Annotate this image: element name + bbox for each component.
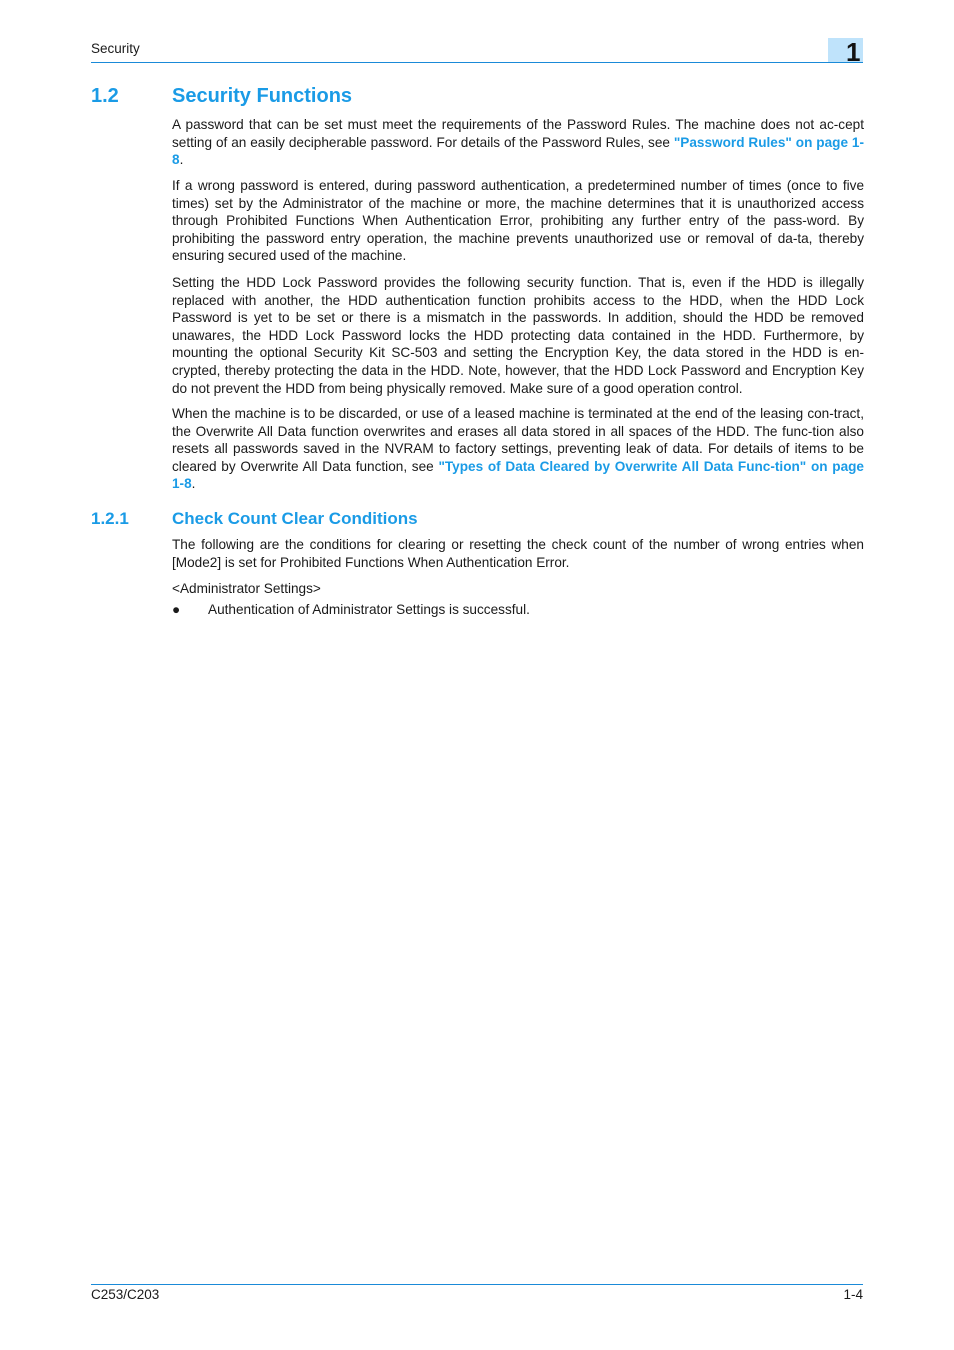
- group-label-text: <Administrator Settings>: [172, 581, 321, 596]
- footer-model: C253/C203: [91, 1287, 160, 1302]
- list-item-text: Authentication of Administrator Settings…: [208, 602, 530, 617]
- group-label: <Administrator Settings>: [172, 580, 864, 598]
- paragraph-4: When the machine is to be discarded, or …: [172, 405, 864, 493]
- header-divider: [91, 62, 863, 63]
- footer-divider: [91, 1284, 863, 1285]
- subsection-intro: The following are the conditions for cle…: [172, 536, 864, 571]
- subsection-number: 1.2.1: [91, 509, 129, 528]
- footer-page-number: 1-4: [843, 1287, 863, 1302]
- paragraph-3: Setting the HDD Lock Password provides t…: [172, 274, 864, 397]
- bullet-icon: ●: [172, 602, 181, 617]
- subsection-title: Check Count Clear Conditions: [172, 509, 418, 528]
- paragraph-text: .: [191, 476, 196, 492]
- paragraph-text: Setting the HDD Lock Password provides t…: [172, 275, 864, 396]
- section-title: Security Functions: [172, 85, 353, 107]
- running-header-title: Security: [91, 41, 140, 56]
- paragraph-text: If a wrong password is entered, during p…: [172, 178, 864, 264]
- paragraph-2: If a wrong password is entered, during p…: [172, 177, 864, 265]
- paragraph-text: .: [179, 152, 184, 168]
- paragraph-1: A password that can be set must meet the…: [172, 116, 864, 169]
- section-number: 1.2: [91, 85, 119, 107]
- paragraph-text: The following are the conditions for cle…: [172, 537, 864, 570]
